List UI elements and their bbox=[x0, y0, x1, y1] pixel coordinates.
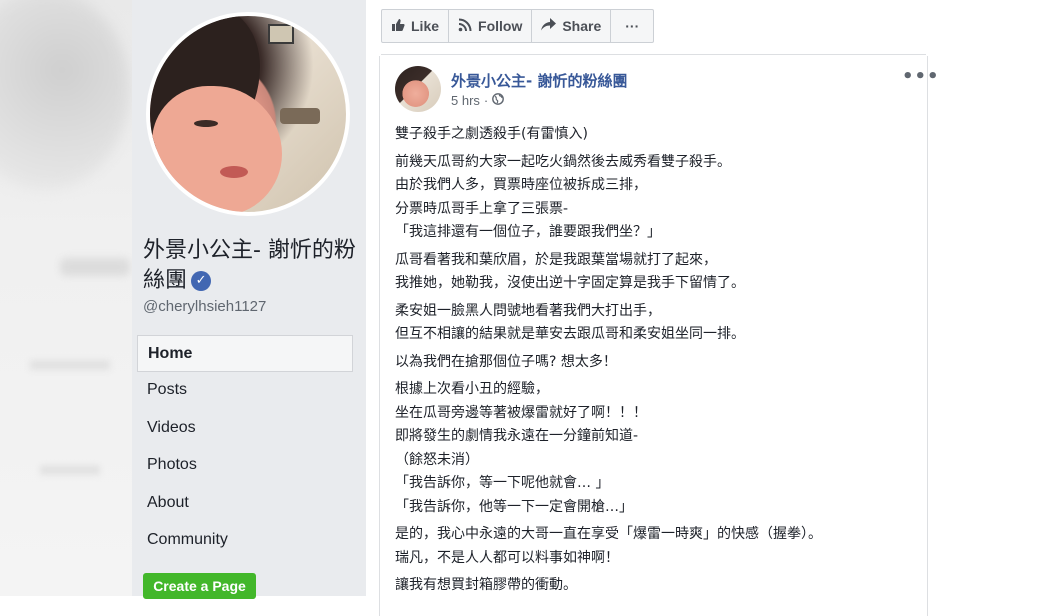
post-meta: 5 hrs · bbox=[451, 93, 505, 108]
post-body: 雙子殺手之劇透殺手(有雷慎入) 前幾天瓜哥約大家一起吃火鍋然後去威秀看雙子殺手。… bbox=[395, 123, 915, 602]
thumbs-up-icon bbox=[391, 18, 405, 35]
blurred-background-left bbox=[0, 0, 132, 596]
create-page-button[interactable]: Create a Page bbox=[143, 573, 256, 599]
nav-item-posts[interactable]: Posts bbox=[137, 372, 353, 409]
page-nav: Home Posts Videos Photos About Community bbox=[137, 335, 353, 559]
follow-label: Follow bbox=[478, 18, 523, 34]
page-handle[interactable]: @cherylhsieh1127 bbox=[143, 298, 266, 315]
nav-item-videos[interactable]: Videos bbox=[137, 410, 353, 447]
share-arrow-icon bbox=[541, 18, 557, 34]
post-paragraph: 前幾天瓜哥約大家一起吃火鍋然後去威秀看雙子殺手。 由於我們人多，買票時座位被拆成… bbox=[395, 153, 731, 241]
verified-badge-icon: ✓ bbox=[191, 271, 212, 291]
share-button[interactable]: Share bbox=[532, 10, 612, 42]
rss-icon bbox=[458, 18, 472, 35]
post-paragraph: 以為我們在搶那個位子嗎? 想太多！ bbox=[395, 353, 617, 370]
nav-item-photos[interactable]: Photos bbox=[137, 447, 353, 484]
like-label: Like bbox=[411, 18, 440, 34]
post-paragraph: 雙子殺手之劇透殺手(有雷慎入) bbox=[395, 126, 588, 142]
post-author-avatar[interactable] bbox=[395, 66, 441, 112]
follow-button[interactable]: Follow bbox=[449, 10, 533, 42]
divider bbox=[381, 54, 926, 55]
more-dots-icon: ··· bbox=[625, 18, 640, 34]
post-author-name[interactable]: 外景小公主- 謝忻的粉絲團 bbox=[451, 70, 627, 91]
post-paragraph: 瓜哥看著我和葉欣眉，於是我跟葉當場就打了起來， 我推她，她勒我，沒使出逆十字固定… bbox=[395, 251, 745, 292]
more-options-button[interactable]: ··· bbox=[611, 10, 653, 42]
post-paragraph: 讓我有想買封箱膠帶的衝動。 bbox=[395, 577, 577, 593]
share-label: Share bbox=[562, 18, 602, 34]
post-paragraph: 柔安姐一臉黑人問號地看著我們大打出手， 但互不相讓的結果就是華安去跟瓜哥和柔安姐… bbox=[395, 302, 745, 343]
like-button[interactable]: Like bbox=[382, 10, 450, 42]
post-menu-icon[interactable]: ••• bbox=[902, 66, 940, 87]
page-title-text[interactable]: 外景小公主- 謝忻的粉絲團 bbox=[143, 238, 356, 293]
post-paragraph: 是的，我心中永遠的大哥一直在享受「爆雷一時爽」的快感（握拳）。 瑞凡，不是人人都… bbox=[395, 526, 822, 566]
page-action-bar: Like Follow Share ··· bbox=[381, 9, 655, 43]
meta-separator: · bbox=[483, 93, 489, 108]
nav-item-about[interactable]: About bbox=[137, 485, 353, 522]
nav-item-community[interactable]: Community bbox=[137, 522, 353, 559]
page-title[interactable]: 外景小公主- 謝忻的粉絲團 ✓ bbox=[143, 236, 358, 296]
nav-item-home[interactable]: Home bbox=[137, 335, 353, 373]
globe-icon bbox=[492, 93, 505, 108]
post-timestamp[interactable]: 5 hrs bbox=[451, 93, 480, 108]
profile-picture[interactable] bbox=[146, 12, 350, 216]
post-paragraph: 根據上次看小丑的經驗， 坐在瓜哥旁邊等著被爆雷就好了啊！！！ 即將發生的劇情我永… bbox=[395, 381, 647, 515]
